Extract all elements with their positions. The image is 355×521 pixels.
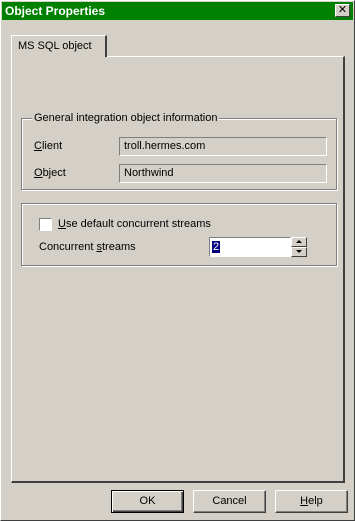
help-button[interactable]: Help (275, 490, 348, 513)
arrow-down-icon (296, 250, 302, 253)
spin-up-button[interactable] (291, 237, 307, 247)
general-info-group-title: General integration object information (32, 112, 220, 124)
use-default-streams-label[interactable]: Use default concurrent streams (58, 218, 211, 230)
concurrent-streams-spinner[interactable] (291, 237, 307, 257)
object-label: Object (34, 167, 66, 179)
arrow-up-icon (296, 240, 302, 243)
ok-button[interactable]: OK (111, 490, 184, 513)
object-field: Northwind (119, 164, 327, 183)
concurrent-streams-value: 2 (212, 241, 221, 253)
object-properties-window: Object Properties ✕ MS SQL object Genera… (0, 0, 355, 521)
title-bar[interactable]: Object Properties ✕ (2, 2, 353, 20)
client-label: Client (34, 140, 63, 152)
client-field: troll.hermes.com (119, 137, 327, 156)
window-title: Object Properties (5, 4, 106, 18)
use-default-streams-checkbox[interactable] (39, 218, 52, 231)
close-icon[interactable]: ✕ (335, 4, 350, 17)
cancel-button[interactable]: Cancel (193, 490, 266, 513)
tab-ms-sql-object[interactable]: MS SQL object (11, 35, 107, 57)
spin-down-button[interactable] (291, 247, 307, 257)
concurrent-streams-label: Concurrent streams (39, 241, 136, 253)
concurrent-streams-input[interactable]: 2 (209, 237, 291, 257)
tab-label: MS SQL object (18, 40, 92, 52)
